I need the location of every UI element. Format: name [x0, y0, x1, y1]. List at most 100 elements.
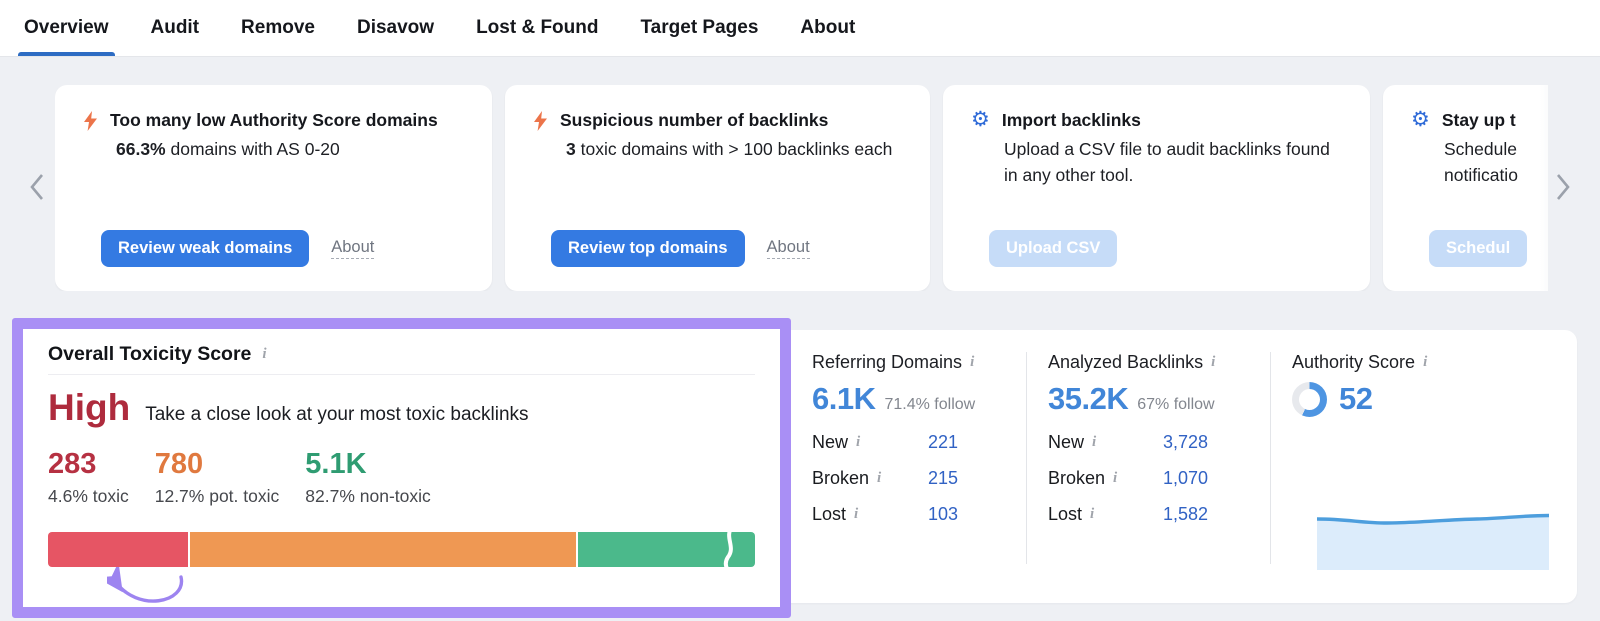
lightning-icon	[533, 108, 548, 131]
tab-disavow[interactable]: Disavow	[347, 0, 444, 56]
row-value-link[interactable]: 1,582	[1163, 504, 1208, 525]
analyzed-backlinks-title: Analyzed Backlinks	[1048, 352, 1204, 372]
info-icon[interactable]: i	[262, 347, 266, 362]
carousel-prev-button[interactable]	[22, 172, 52, 206]
metric-row-broken: Broken i 215	[812, 465, 958, 491]
lightning-icon	[83, 108, 98, 131]
authority-score-column: Authority Score i 52	[1292, 352, 1562, 417]
card-low-authority-domains: Too many low Authority Score domains 66.…	[55, 85, 492, 291]
non-toxic-stat: 5.1K 82.7% non-toxic	[305, 447, 431, 507]
info-icon[interactable]: i	[877, 470, 881, 486]
bar-segment-pot-toxic	[190, 532, 579, 567]
info-icon[interactable]: i	[856, 434, 860, 450]
backlink-audit-overview-page: Overview Audit Remove Disavow Lost & Fou…	[0, 0, 1600, 621]
card-stay-up-to-date: ⚙ Stay up t Schedule notificatio Schedul	[1383, 85, 1548, 291]
info-icon[interactable]: i	[1090, 506, 1094, 522]
info-icon[interactable]: i	[970, 355, 974, 370]
about-link[interactable]: About	[331, 238, 375, 259]
card-description-value: 66.3%	[116, 139, 166, 159]
non-toxic-count: 5.1K	[305, 448, 367, 480]
pot-toxic-label: 12.7% pot. toxic	[154, 486, 280, 506]
card-suspicious-backlinks: Suspicious number of backlinks 3 toxic d…	[505, 85, 930, 291]
analyzed-backlinks-follow: 67% follow	[1137, 396, 1215, 413]
tab-overview[interactable]: Overview	[14, 0, 119, 56]
row-label: Broken	[812, 467, 870, 488]
authority-score-title: Authority Score	[1292, 352, 1416, 372]
chevron-left-icon	[29, 173, 45, 206]
referring-domains-value: 6.1K	[812, 381, 876, 416]
metric-row-lost: Lost i 1,582	[1048, 501, 1208, 527]
chevron-right-icon	[1555, 173, 1571, 206]
card-description-text: toxic domains with > 100 backlinks each	[575, 139, 893, 159]
card-description-text: Upload a CSV file to audit backlinks fou…	[1004, 139, 1330, 185]
info-icon[interactable]: i	[1092, 434, 1096, 450]
card-description-value: 3	[566, 139, 576, 159]
bar-segment-toxic	[48, 532, 191, 567]
toxicity-stats: 283 4.6% toxic 780 12.7% pot. toxic 5.1K…	[48, 447, 431, 507]
info-icon[interactable]: i	[1423, 355, 1427, 370]
authority-score-donut	[1292, 381, 1327, 417]
annotation-arrow-icon	[96, 562, 191, 616]
toxic-label: 4.6% toxic	[48, 486, 129, 506]
bar-segment-non-toxic	[578, 532, 755, 567]
upload-csv-button[interactable]: Upload CSV	[989, 230, 1118, 267]
card-description-text: Schedule notificatio	[1444, 139, 1518, 185]
overall-toxicity-highlight-box: Overall Toxicity Score i High Take a clo…	[12, 318, 791, 618]
card-description-text: domains with AS 0-20	[165, 139, 340, 159]
tab-audit[interactable]: Audit	[141, 0, 210, 56]
row-label: Broken	[1048, 467, 1106, 488]
row-label: Lost	[812, 503, 847, 524]
gear-icon: ⚙	[1411, 108, 1430, 131]
toxicity-subtitle: Take a close look at your most toxic bac…	[145, 404, 529, 425]
notification-cards-row: Too many low Authority Score domains 66.…	[55, 85, 1548, 291]
metric-row-new: New i 3,728	[1048, 429, 1208, 455]
tab-target-pages[interactable]: Target Pages	[630, 0, 768, 56]
review-top-domains-button[interactable]: Review top domains	[551, 230, 745, 267]
about-link[interactable]: About	[766, 238, 810, 259]
card-title: Suspicious number of backlinks	[560, 110, 829, 130]
toxicity-stacked-bar	[48, 532, 755, 567]
row-value-link[interactable]: 1,070	[1163, 468, 1208, 489]
analyzed-backlinks-column: Analyzed Backlinks i 35.2K 67% follow New…	[1048, 352, 1254, 527]
top-tab-bar: Overview Audit Remove Disavow Lost & Fou…	[0, 0, 1600, 57]
referring-domains-follow: 71.4% follow	[884, 396, 976, 413]
row-value-link[interactable]: 3,728	[1163, 432, 1208, 453]
tab-lost-and-found[interactable]: Lost & Found	[466, 0, 608, 56]
info-icon[interactable]: i	[1113, 470, 1117, 486]
card-title: Import backlinks	[1001, 110, 1141, 130]
gear-icon: ⚙	[971, 108, 990, 131]
toxicity-title: Overall Toxicity Score	[48, 343, 252, 365]
toxicity-level: High	[48, 387, 131, 428]
pot-toxic-stat: 780 12.7% pot. toxic	[155, 447, 280, 507]
referring-domains-column: Referring Domains i 6.1K 71.4% follow New…	[812, 352, 1012, 527]
analyzed-backlinks-value: 35.2K	[1048, 381, 1129, 416]
carousel-next-button[interactable]	[1548, 172, 1578, 206]
tab-remove[interactable]: Remove	[231, 0, 325, 56]
row-value-link[interactable]: 215	[928, 468, 958, 489]
card-description: 66.3% domains with AS 0-20	[116, 136, 464, 162]
info-icon[interactable]: i	[854, 506, 858, 522]
column-divider	[1270, 352, 1271, 564]
row-label: New	[1048, 431, 1085, 452]
card-description: 3 toxic domains with > 100 backlinks eac…	[566, 136, 902, 162]
review-weak-domains-button[interactable]: Review weak domains	[101, 230, 310, 267]
referring-domains-title: Referring Domains	[812, 352, 963, 372]
non-toxic-label: 82.7% non-toxic	[305, 486, 431, 506]
row-value-link[interactable]: 221	[928, 432, 958, 453]
authority-score-trend-chart	[1316, 512, 1550, 575]
card-title: Too many low Authority Score domains	[110, 110, 438, 130]
row-value-link[interactable]: 103	[928, 504, 958, 525]
row-label: New	[812, 431, 849, 452]
schedule-button[interactable]: Schedul	[1429, 230, 1528, 267]
card-description: Upload a CSV file to audit backlinks fou…	[1004, 136, 1342, 188]
card-import-backlinks: ⚙ Import backlinks Upload a CSV file to …	[943, 85, 1370, 291]
toxic-count: 283	[48, 448, 97, 480]
card-title: Stay up t	[1441, 110, 1516, 130]
authority-score-value: 52	[1339, 381, 1373, 416]
tab-about[interactable]: About	[790, 0, 865, 56]
column-divider	[1026, 352, 1027, 564]
metric-row-lost: Lost i 103	[812, 501, 958, 527]
card-description: Schedule notificatio	[1444, 136, 1548, 188]
metric-row-new: New i 221	[812, 429, 958, 455]
info-icon[interactable]: i	[1211, 355, 1215, 370]
